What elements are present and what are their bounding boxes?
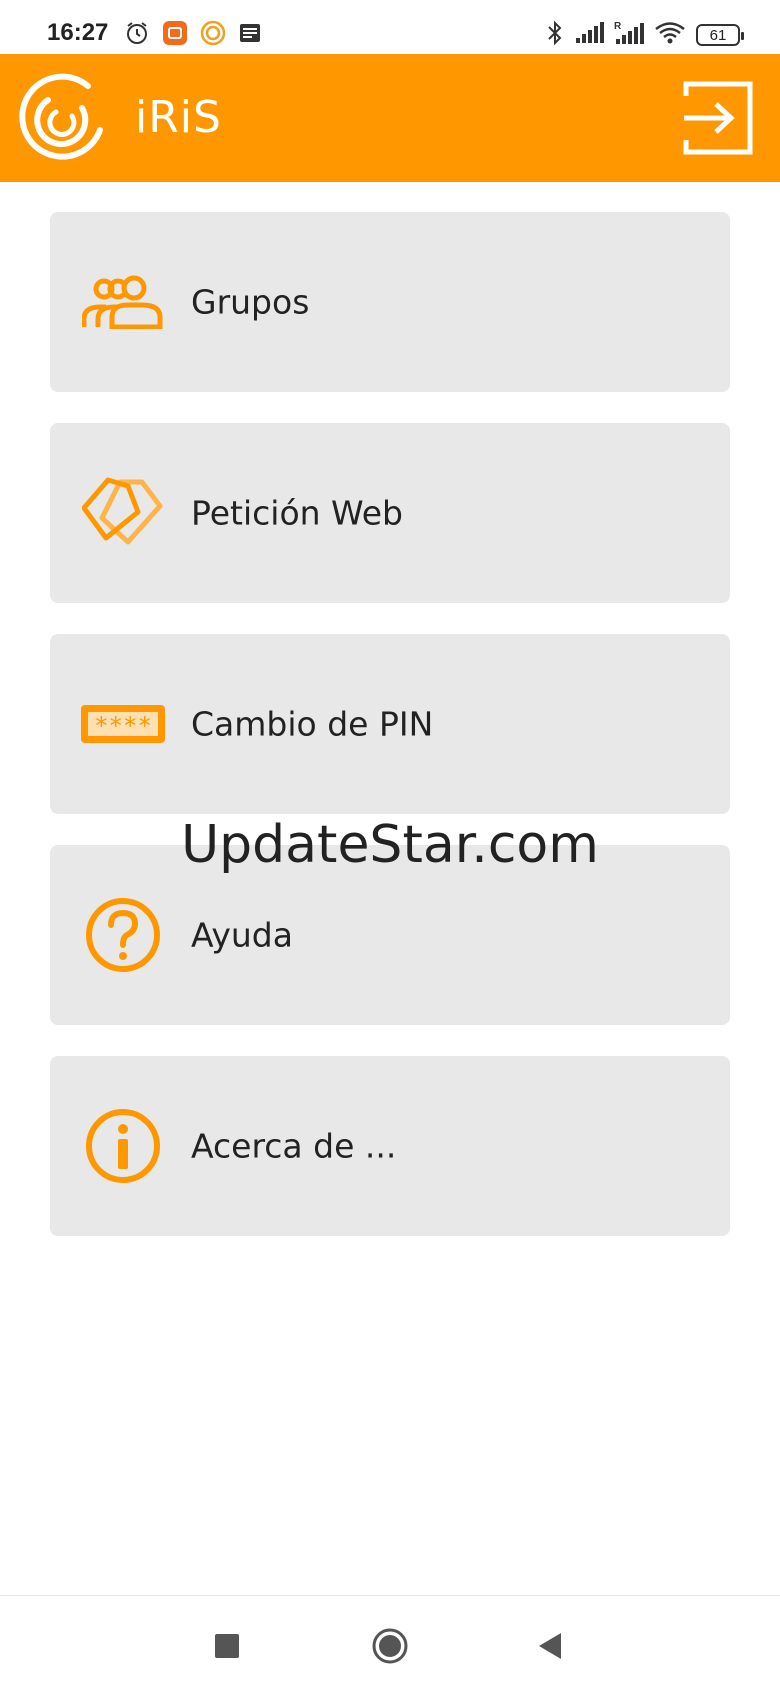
bluetooth-icon xyxy=(546,20,564,50)
signal-icon xyxy=(574,21,604,49)
navigation-bar xyxy=(0,1595,780,1690)
menu-item-label: Grupos xyxy=(191,282,310,322)
menu-item-peticion-web[interactable]: Petición Web xyxy=(50,423,730,603)
status-left-icons xyxy=(124,20,262,50)
battery-level: 61 xyxy=(709,26,727,44)
square-icon xyxy=(215,1634,239,1658)
info-icon xyxy=(78,1106,168,1186)
menu-item-label: Cambio de PIN xyxy=(191,704,434,744)
screen: 16:27 R 61 iRiS Grupos Petición Web ****… xyxy=(0,0,780,1690)
main-menu: Grupos Petición Web **** Cambio de PIN A… xyxy=(50,212,730,1267)
menu-item-label: Petición Web xyxy=(191,493,403,533)
news-icon xyxy=(238,21,262,49)
app-title: iRiS xyxy=(135,92,222,143)
recents-button[interactable] xyxy=(207,1626,247,1666)
logout-icon xyxy=(683,81,753,155)
home-button[interactable] xyxy=(370,1626,410,1666)
iris-logo-icon xyxy=(18,72,110,164)
help-icon xyxy=(78,895,168,975)
watermark-text: UpdateStar.com xyxy=(181,815,599,875)
svg-text:R: R xyxy=(614,21,622,32)
menu-item-label: Acerca de ... xyxy=(191,1126,397,1166)
wifi-icon xyxy=(654,21,686,49)
back-button[interactable] xyxy=(530,1626,570,1666)
battery-icon: 61 xyxy=(696,24,744,46)
iris-notification-icon xyxy=(200,20,226,50)
menu-item-label: Ayuda xyxy=(191,915,293,955)
app-bar: iRiS xyxy=(0,54,780,182)
menu-item-grupos[interactable]: Grupos xyxy=(50,212,730,392)
status-right-icons: R 61 xyxy=(546,20,744,50)
signal-roaming-icon: R xyxy=(614,20,644,50)
alarm-icon xyxy=(124,20,150,50)
tags-icon xyxy=(78,473,168,553)
pin-icon: **** xyxy=(78,684,168,764)
svg-text:****: **** xyxy=(94,712,152,740)
menu-item-acerca-de[interactable]: Acerca de ... xyxy=(50,1056,730,1236)
circle-icon xyxy=(372,1628,408,1664)
menu-item-cambio-pin[interactable]: **** Cambio de PIN xyxy=(50,634,730,814)
groups-icon xyxy=(78,262,168,342)
logout-button[interactable] xyxy=(678,78,756,158)
status-bar: 16:27 R 61 xyxy=(0,0,780,54)
mi-app-icon xyxy=(162,20,188,50)
triangle-back-icon xyxy=(539,1633,561,1659)
status-time: 16:27 xyxy=(47,19,109,46)
